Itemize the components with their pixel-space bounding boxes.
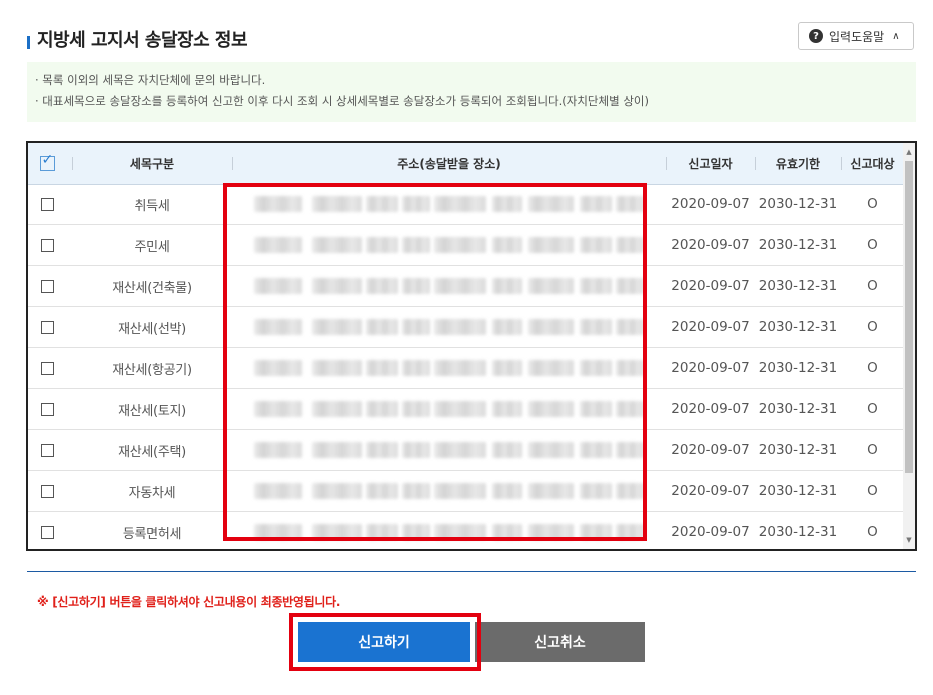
cell-report-date: 2020-09-07 bbox=[671, 319, 750, 335]
cell-report-target: O bbox=[867, 442, 878, 458]
help-button[interactable]: ? 입력도움말 ∧ bbox=[798, 22, 914, 50]
cell-report-target: O bbox=[867, 237, 878, 253]
address-highlight-box bbox=[223, 183, 647, 541]
cell-report-target: O bbox=[867, 483, 878, 499]
cell-tax-type: 재산세(항공기) bbox=[112, 362, 192, 378]
table-scrollbar[interactable]: ▲ ▼ bbox=[903, 143, 915, 549]
checkbox-icon bbox=[40, 525, 54, 539]
check-icon: ✓ bbox=[39, 152, 55, 171]
cell-expiry-date: 2030-12-31 bbox=[758, 483, 838, 499]
cell-expiry-date: 2030-12-31 bbox=[758, 196, 838, 212]
cell-report-date: 2020-09-07 bbox=[671, 196, 750, 212]
checkbox-icon bbox=[40, 320, 54, 334]
row-checkbox[interactable] bbox=[36, 266, 58, 306]
header-address: 주소(송달받을 장소) bbox=[397, 157, 501, 171]
checkbox-icon bbox=[40, 361, 54, 375]
cell-report-target: O bbox=[867, 278, 878, 294]
help-button-label: 입력도움말 bbox=[829, 29, 885, 44]
cell-report-target: O bbox=[867, 524, 878, 540]
cell-report-target: O bbox=[867, 196, 878, 212]
row-checkbox[interactable] bbox=[36, 184, 58, 224]
question-circle-icon: ? bbox=[809, 29, 823, 43]
notice-line: · 목록 이외의 세목은 자치단체에 문의 바랍니다. bbox=[35, 73, 266, 87]
cell-expiry-date: 2030-12-31 bbox=[758, 442, 838, 458]
section-divider bbox=[27, 571, 916, 572]
cell-report-date: 2020-09-07 bbox=[671, 237, 750, 253]
header-report-date: 신고일자 bbox=[688, 157, 733, 171]
cell-report-target: O bbox=[867, 319, 878, 335]
cell-tax-type: 등록면허세 bbox=[122, 526, 182, 542]
header-report-target: 신고대상 bbox=[850, 157, 895, 171]
checkbox-icon bbox=[40, 484, 54, 498]
cell-report-date: 2020-09-07 bbox=[671, 483, 750, 499]
checkbox-icon bbox=[40, 279, 54, 293]
scroll-down-arrow-icon[interactable]: ▼ bbox=[903, 533, 915, 547]
cell-expiry-date: 2030-12-31 bbox=[758, 237, 838, 253]
row-checkbox[interactable] bbox=[36, 225, 58, 265]
title-accent-bar bbox=[27, 36, 30, 49]
row-checkbox[interactable] bbox=[36, 389, 58, 429]
cell-report-target: O bbox=[867, 360, 878, 376]
cell-tax-type: 재산세(선박) bbox=[118, 321, 186, 337]
cancel-report-button[interactable]: 신고취소 bbox=[475, 622, 645, 662]
row-checkbox[interactable] bbox=[36, 512, 58, 549]
header-tax-type: 세목구분 bbox=[129, 157, 175, 171]
select-all-checkbox[interactable]: ✓ bbox=[36, 143, 58, 184]
row-checkbox[interactable] bbox=[36, 348, 58, 388]
chevron-up-icon: ∧ bbox=[892, 30, 900, 42]
cell-expiry-date: 2030-12-31 bbox=[758, 360, 838, 376]
scroll-thumb[interactable] bbox=[905, 161, 913, 473]
notice-line: · 대표세목으로 송달장소를 등록하여 신고한 이후 다시 조회 시 상세세목별… bbox=[35, 94, 649, 108]
checkbox-icon bbox=[40, 238, 54, 252]
cell-tax-type: 취득세 bbox=[134, 198, 170, 214]
cell-tax-type: 재산세(토지) bbox=[118, 403, 186, 419]
cell-expiry-date: 2030-12-31 bbox=[758, 401, 838, 417]
checkbox-icon bbox=[40, 197, 54, 211]
table-header: ✓ 세목구분 주소(송달받을 장소) 신고일자 유효기한 신고대상 bbox=[28, 143, 904, 185]
cell-report-date: 2020-09-07 bbox=[671, 524, 750, 540]
header-expiry-date: 유효기한 bbox=[775, 157, 821, 171]
cell-tax-type: 재산세(주택) bbox=[118, 444, 186, 460]
cell-tax-type: 재산세(건축물) bbox=[112, 280, 192, 296]
checkbox-icon bbox=[40, 443, 54, 457]
row-checkbox[interactable] bbox=[36, 471, 58, 511]
cell-tax-type: 주민세 bbox=[134, 239, 170, 255]
submit-highlight-box bbox=[289, 613, 481, 671]
cell-report-date: 2020-09-07 bbox=[671, 442, 750, 458]
cell-report-date: 2020-09-07 bbox=[671, 360, 750, 376]
checkbox-icon bbox=[40, 402, 54, 416]
row-checkbox[interactable] bbox=[36, 307, 58, 347]
final-submit-warning: ※ [신고하기] 버튼을 클릭하셔야 신고내용이 최종반영됩니다. bbox=[37, 595, 341, 609]
cell-expiry-date: 2030-12-31 bbox=[758, 524, 838, 540]
page-title: 지방세 고지서 송달장소 정보 bbox=[37, 30, 248, 51]
cell-tax-type: 자동차세 bbox=[128, 485, 176, 501]
cell-report-target: O bbox=[867, 401, 878, 417]
cell-report-date: 2020-09-07 bbox=[671, 401, 750, 417]
cell-report-date: 2020-09-07 bbox=[671, 278, 750, 294]
cell-expiry-date: 2030-12-31 bbox=[758, 278, 838, 294]
cell-expiry-date: 2030-12-31 bbox=[758, 319, 838, 335]
notice-box: · 목록 이외의 세목은 자치단체에 문의 바랍니다. · 대표세목으로 송달장… bbox=[27, 62, 916, 122]
scroll-up-arrow-icon[interactable]: ▲ bbox=[903, 145, 915, 159]
row-checkbox[interactable] bbox=[36, 430, 58, 470]
